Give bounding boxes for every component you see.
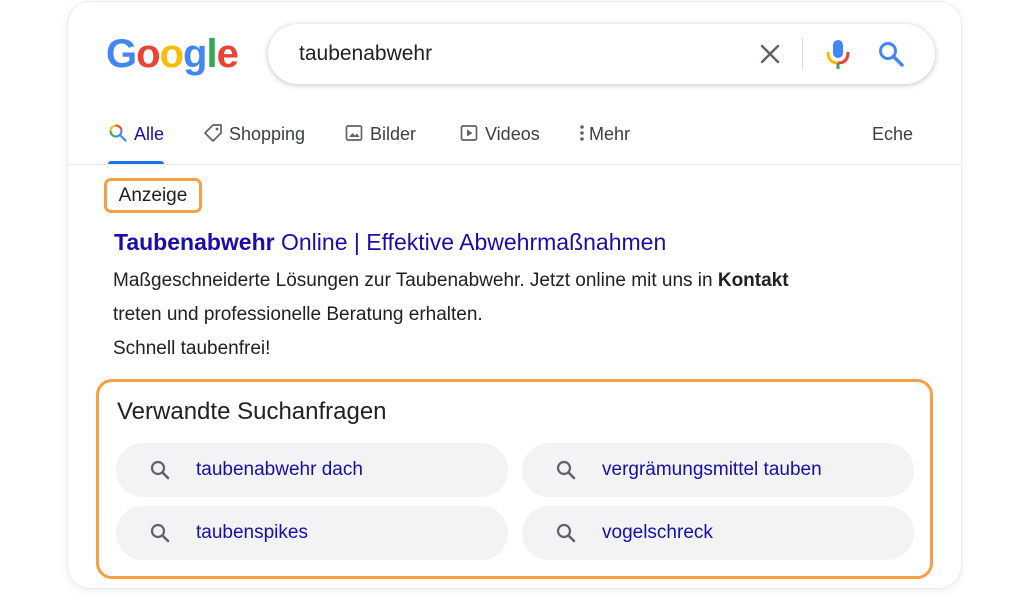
logo-letter: o	[136, 32, 160, 76]
logo-letter: G	[106, 32, 137, 76]
search-icon	[108, 123, 128, 148]
logo-letter: e	[216, 32, 239, 76]
tab-alle[interactable]: Alle	[108, 120, 165, 164]
search-tabs: Alle Shopping Bilder Videos Mehr Eche	[108, 120, 928, 164]
search-icon	[149, 459, 171, 486]
search-icon	[555, 522, 577, 549]
related-search-label: vogelschreck	[602, 522, 713, 543]
related-search-chip[interactable]: taubenspikes	[116, 506, 508, 560]
logo-letter: o	[159, 32, 184, 76]
ad-title-link[interactable]: Taubenabwehr Online | Effektive Abwehrma…	[114, 225, 666, 259]
ad-badge: Anzeige	[104, 178, 202, 213]
search-icon	[149, 522, 171, 549]
ad-desc-line: Schnell taubenfrei!	[113, 338, 271, 359]
video-icon	[459, 123, 479, 148]
related-search-chip[interactable]: vogelschreck	[522, 506, 914, 560]
related-search-chip[interactable]: vergrämungsmittel tauben	[522, 443, 914, 497]
searchbar-divider	[802, 38, 803, 70]
tab-shopping[interactable]: Shopping	[203, 120, 305, 164]
microphone-icon[interactable]	[825, 38, 851, 70]
tab-label: Shopping	[229, 124, 306, 144]
related-search-label: vergrämungsmittel tauben	[602, 459, 822, 480]
tab-label: Videos	[485, 124, 540, 144]
ad-desc-line: treten und professionelle Beratung erhal…	[113, 304, 483, 325]
tab-mehr[interactable]: Mehr	[578, 120, 630, 164]
tab-videos[interactable]: Videos	[459, 120, 540, 164]
ad-desc-line: Maßgeschneiderte Lösungen zur Taubenabwe…	[113, 264, 893, 298]
ad-title-rest: Online | Effektive Abwehrmaßnahmen	[274, 229, 667, 255]
related-search-label: taubenabwehr dach	[196, 459, 363, 480]
image-icon	[344, 123, 364, 148]
related-search-chip[interactable]: taubenabwehr dach	[116, 443, 508, 497]
google-logo[interactable]: Google	[106, 32, 239, 76]
ad-title-keyword: Taubenabwehr	[114, 229, 275, 255]
tab-bilder[interactable]: Bilder	[344, 120, 416, 164]
more-vert-icon	[578, 123, 586, 148]
tab-label: Mehr	[589, 124, 631, 144]
tab-label: Alle	[134, 124, 165, 144]
tab-label: Eche	[872, 124, 914, 144]
search-icon	[555, 459, 577, 486]
ad-desc-keyword: Kontakt	[717, 270, 789, 291]
tabs-divider	[68, 164, 961, 165]
search-icon[interactable]	[877, 40, 905, 68]
ad-desc-text: Maßgeschneiderte Lösungen zur Taubenabwe…	[113, 270, 718, 291]
search-results-card: Google taubenabwehr Alle Shopping Bilder…	[68, 2, 961, 588]
logo-letter: g	[183, 32, 207, 76]
related-search-label: taubenspikes	[196, 522, 308, 543]
logo-letter: l	[206, 32, 217, 76]
tab-label: Bilder	[370, 124, 417, 144]
clear-icon[interactable]	[758, 42, 782, 66]
related-searches: Verwandte Suchanfragen taubenabwehr dach…	[96, 379, 933, 579]
search-input[interactable]: taubenabwehr	[299, 24, 432, 84]
ad-description: Maßgeschneiderte Lösungen zur Taubenabwe…	[113, 264, 893, 366]
tag-icon	[203, 123, 223, 148]
related-searches-title: Verwandte Suchanfragen	[117, 398, 387, 425]
search-bar[interactable]: taubenabwehr	[268, 24, 935, 84]
tab-eche[interactable]: Eche	[872, 120, 913, 164]
